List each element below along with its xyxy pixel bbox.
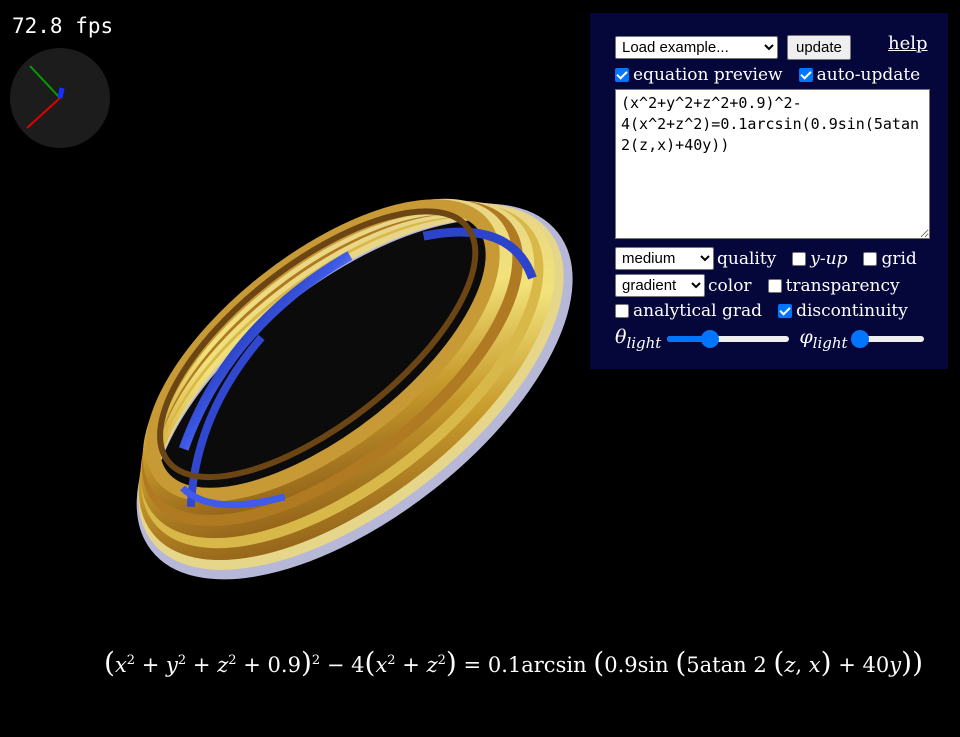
load-example-select[interactable]: Load example... (615, 36, 778, 59)
phi-light-slider[interactable] (851, 329, 924, 348)
analytical-grad-checkbox[interactable] (615, 304, 629, 318)
auto-update-checkbox[interactable] (798, 68, 813, 82)
y-up-label: y-up (810, 248, 848, 269)
analytical-grad-label: analytical grad (633, 301, 763, 321)
theta-light-slider[interactable] (667, 329, 790, 348)
update-button[interactable]: update (787, 35, 851, 60)
color-select[interactable]: gradient (615, 274, 705, 297)
fps-counter: 72.8 fps (12, 14, 114, 38)
grid-checkbox[interactable] (863, 251, 878, 266)
color-label: color (708, 275, 752, 296)
equation-preview-checkbox[interactable] (615, 68, 629, 82)
discontinuity-checkbox[interactable] (778, 304, 793, 318)
phi-light-label: φlight (799, 326, 848, 352)
equation-preview-label: equation preview (633, 65, 783, 85)
torus-surface (136, 198, 573, 580)
help-link[interactable]: help (888, 33, 928, 54)
transparency-checkbox[interactable] (767, 278, 782, 293)
axes-gizmo (10, 48, 110, 148)
equation-preview: (x2 + y2 + z2 + 0.9)2 − 4(x2 + z2) = 0.1… (104, 646, 924, 679)
y-up-checkbox[interactable] (792, 251, 807, 266)
equation-input[interactable] (615, 89, 930, 239)
z-axis-line (57, 87, 65, 99)
control-panel: Load example... update help equation pre… (590, 13, 948, 369)
theta-light-label: θlight (615, 326, 662, 352)
grid-label: grid (881, 248, 917, 269)
quality-label: quality (717, 248, 777, 269)
discontinuity-label: discontinuity (796, 301, 908, 321)
auto-update-label: auto-update (816, 65, 921, 85)
transparency-label: transparency (785, 275, 900, 296)
quality-select[interactable]: medium (615, 247, 714, 270)
